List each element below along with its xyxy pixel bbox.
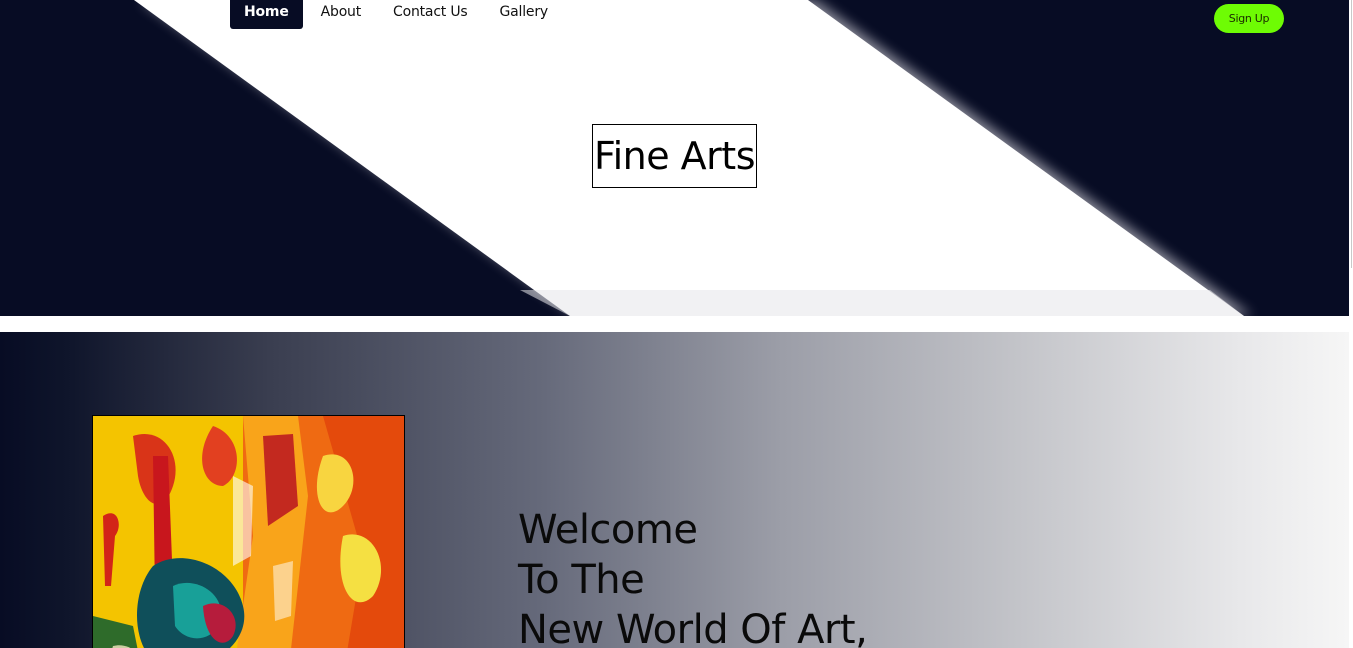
sign-up-button[interactable]: Sign Up <box>1214 4 1284 33</box>
nav-contact-us[interactable]: Contact Us <box>379 0 481 29</box>
page: Home About Contact Us Gallery Sign Up Fi… <box>0 0 1353 648</box>
welcome-section: Welcome To The New World Of Art, <box>0 332 1349 648</box>
nav-home[interactable]: Home <box>230 0 303 29</box>
page-title: Fine Arts <box>592 124 757 188</box>
welcome-line-3: New World Of Art, <box>518 607 868 648</box>
main-nav: Home About Contact Us Gallery <box>230 0 566 29</box>
welcome-heading: Welcome To The New World Of Art, <box>518 505 868 648</box>
hero-banner: Home About Contact Us Gallery Sign Up Fi… <box>0 0 1349 316</box>
welcome-line-2: To The <box>518 557 645 603</box>
nav-gallery[interactable]: Gallery <box>486 0 562 29</box>
nav-about[interactable]: About <box>307 0 375 29</box>
welcome-line-1: Welcome <box>518 507 698 553</box>
scrollbar-thumb[interactable] <box>1351 0 1352 268</box>
abstract-painting-image <box>92 415 405 648</box>
